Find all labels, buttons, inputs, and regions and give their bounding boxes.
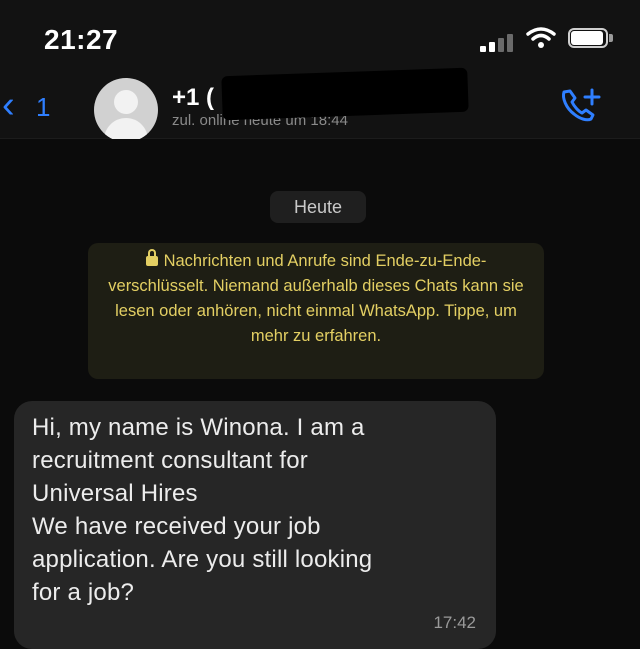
chevron-left-icon: ‹: [2, 84, 15, 126]
message-bubble[interactable]: Hi, my name is Winona. I am a recruitmen…: [14, 401, 496, 649]
message-text: Hi, my name is Winona. I am a recruitmen…: [32, 414, 373, 606]
avatar[interactable]: [94, 78, 158, 142]
status-bar: 21:27: [0, 0, 640, 72]
chat-header: ‹ 1 +1 ( zul. online heute um 18:44: [0, 67, 640, 142]
status-time: 21:27: [44, 24, 119, 55]
call-button[interactable]: [556, 84, 606, 128]
date-label: Heute: [270, 191, 366, 223]
encryption-notice[interactable]: Nachrichten und Anrufe sind Ende-zu-Ende…: [88, 243, 544, 379]
chat-area: Heute Nachrichten und Anrufe sind Ende-z…: [0, 139, 640, 649]
message-time: 17:42: [433, 613, 476, 632]
redaction-mark: [221, 67, 469, 121]
lock-icon: [145, 249, 158, 267]
contact-name[interactable]: +1 (: [172, 84, 214, 112]
person-icon: [114, 90, 138, 114]
battery-icon: [568, 28, 614, 50]
phone-plus-icon: [562, 88, 601, 122]
encryption-notice-text: Nachrichten und Anrufe sind Ende-zu-Ende…: [108, 252, 524, 345]
signal-icon: [480, 30, 520, 52]
unread-count: 1: [36, 92, 51, 122]
back-button[interactable]: ‹ 1: [0, 86, 64, 126]
wifi-icon: [526, 26, 556, 50]
